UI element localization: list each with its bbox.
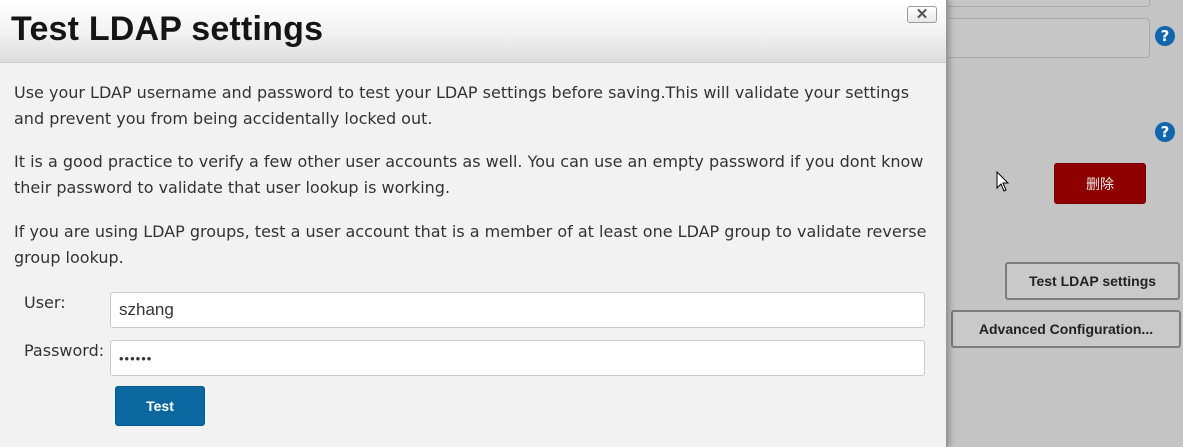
instruction-paragraph: If you are using LDAP groups, test a use…: [14, 222, 927, 267]
test-ldap-dialog: Test LDAP settings ✕ Use your LDAP usern…: [0, 0, 948, 447]
help-icon[interactable]: ?: [1155, 26, 1175, 46]
help-icon[interactable]: ?: [1155, 122, 1175, 142]
instruction-paragraph: It is a good practice to verify a few ot…: [14, 152, 924, 197]
background-field[interactable]: [930, 18, 1150, 58]
mouse-cursor-icon: [996, 171, 1010, 192]
user-label: User:: [24, 293, 66, 312]
password-label: Password:: [24, 341, 105, 360]
test-button[interactable]: Test: [115, 386, 205, 426]
password-input[interactable]: [110, 340, 925, 376]
dialog-header: Test LDAP settings ✕: [0, 0, 946, 63]
advanced-configuration-button[interactable]: Advanced Configuration...: [951, 310, 1181, 348]
instruction-paragraph: Use your LDAP username and password to t…: [14, 83, 910, 128]
close-button[interactable]: ✕: [907, 6, 937, 23]
test-ldap-settings-button[interactable]: Test LDAP settings: [1005, 262, 1180, 300]
dialog-title: Test LDAP settings: [11, 10, 324, 48]
delete-button[interactable]: 删除: [1054, 163, 1146, 204]
background-field-top[interactable]: [930, 0, 1150, 7]
user-input[interactable]: [110, 292, 925, 328]
